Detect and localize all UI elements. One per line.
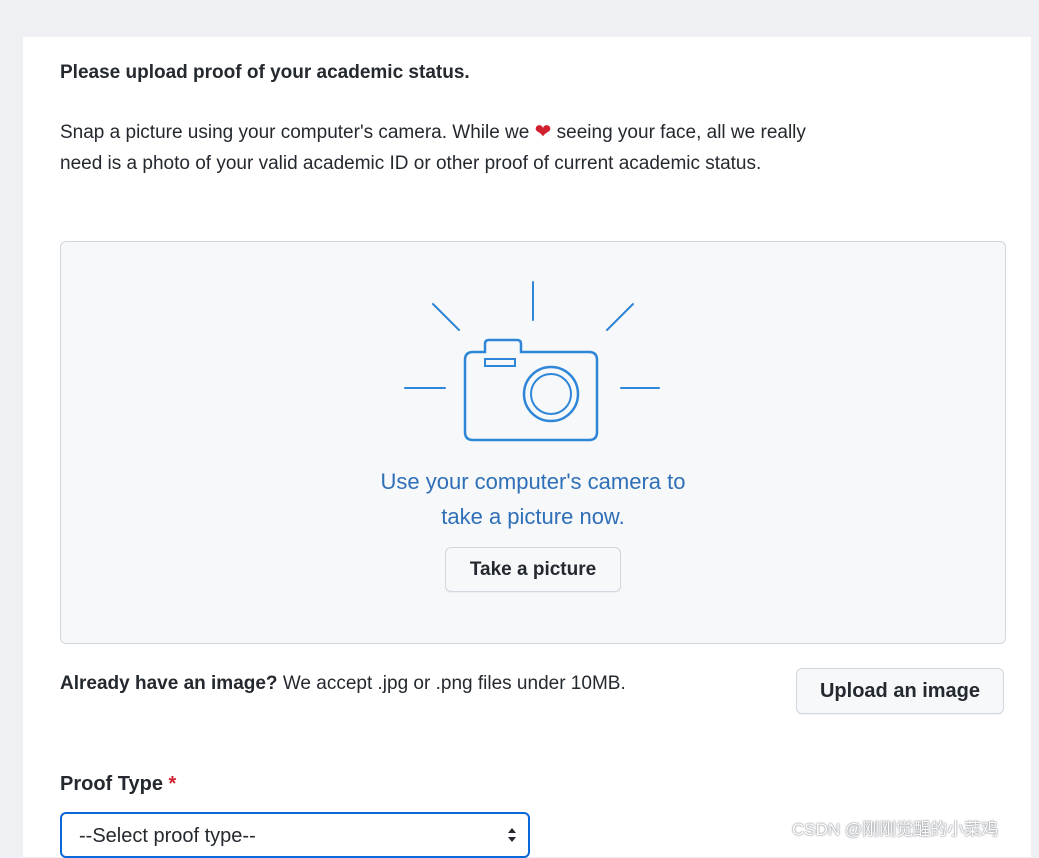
watermark-text: CSDN @刚刚觉醒的小菜鸡 bbox=[792, 820, 999, 839]
proof-type-label: Proof Type * bbox=[60, 773, 176, 796]
camera-prompt-line2: take a picture now. bbox=[441, 504, 625, 529]
upload-image-button[interactable]: Upload an image bbox=[796, 668, 1004, 714]
proof-type-label-text: Proof Type bbox=[60, 773, 163, 795]
required-marker: * bbox=[168, 773, 177, 795]
proof-type-selected-value: --Select proof type-- bbox=[79, 825, 256, 847]
proof-type-select[interactable]: --Select proof type-- bbox=[60, 812, 530, 858]
intro-text: Snap a picture using your computer's cam… bbox=[60, 117, 820, 179]
camera-panel: Use your computer's camera to take a pic… bbox=[60, 241, 1006, 644]
heart-icon: ❤ bbox=[534, 121, 552, 143]
upload-card: Please upload proof of your academic sta… bbox=[23, 37, 1031, 858]
take-picture-button[interactable]: Take a picture bbox=[445, 547, 621, 592]
camera-prompt-line1: Use your computer's camera to bbox=[380, 469, 686, 494]
intro-text-start: Snap a picture using your computer's cam… bbox=[60, 122, 535, 143]
camera-prompt: Use your computer's camera to take a pic… bbox=[61, 464, 1005, 534]
upload-hint-bold: Already have an image? bbox=[60, 673, 278, 694]
page-heading: Please upload proof of your academic sta… bbox=[60, 62, 470, 83]
upload-hint-text: We accept .jpg or .png files under 10MB. bbox=[277, 673, 626, 694]
upload-hint: Already have an image? We accept .jpg or… bbox=[60, 673, 626, 695]
select-arrows-icon bbox=[508, 828, 516, 842]
camera-icon bbox=[404, 281, 660, 442]
